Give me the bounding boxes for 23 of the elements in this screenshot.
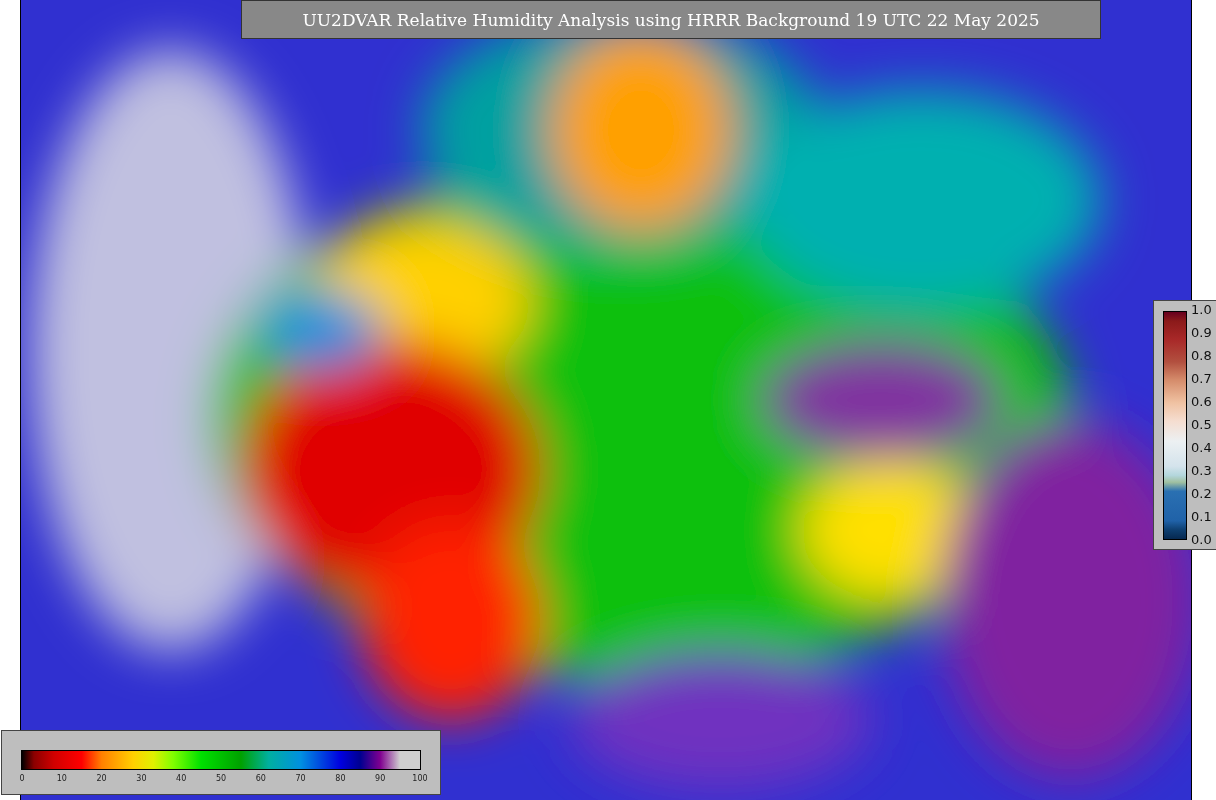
colorbar-tick-label: 20	[96, 774, 107, 783]
colorbar-tick-label: 30	[136, 774, 147, 783]
map-title: UU2DVAR Relative Humidity Analysis using HRRR Background 19 UTC 22 May 2025	[241, 0, 1101, 39]
colorbar-tick-label: 0.6	[1191, 395, 1212, 409]
colorbar-tick-label: 0.9	[1191, 326, 1212, 340]
colorbar-tick-label: 0.3	[1191, 464, 1212, 478]
colorbar-tick-label: 40	[176, 774, 187, 783]
colorbar-tick-label: 60	[255, 774, 266, 783]
colorbar-tick-label: 100	[412, 774, 428, 783]
colorbar-tick-label: 10	[56, 774, 67, 783]
colorbar-tick-label: 0.4	[1191, 441, 1212, 455]
colorbar-tick-label: 80	[335, 774, 346, 783]
colorbar-tick-label: 0.8	[1191, 349, 1212, 363]
colorbar-tick-label: 70	[295, 774, 306, 783]
colorbar-tick-label: 0.7	[1191, 372, 1212, 386]
colorbar-tick-label: 0.2	[1191, 487, 1212, 501]
colorbar-tick-label: 50	[215, 774, 227, 783]
colorbar-tick-label: 0.5	[1191, 418, 1212, 432]
colorbar-tick-label: 0	[19, 774, 25, 783]
colorbar-tick-label: 90	[375, 774, 386, 783]
colorbar-tick-label: 0.0	[1191, 533, 1212, 547]
colorbar-tick-label: 0.1	[1191, 510, 1212, 524]
colorbar-tick-label: 1.0	[1191, 303, 1212, 317]
